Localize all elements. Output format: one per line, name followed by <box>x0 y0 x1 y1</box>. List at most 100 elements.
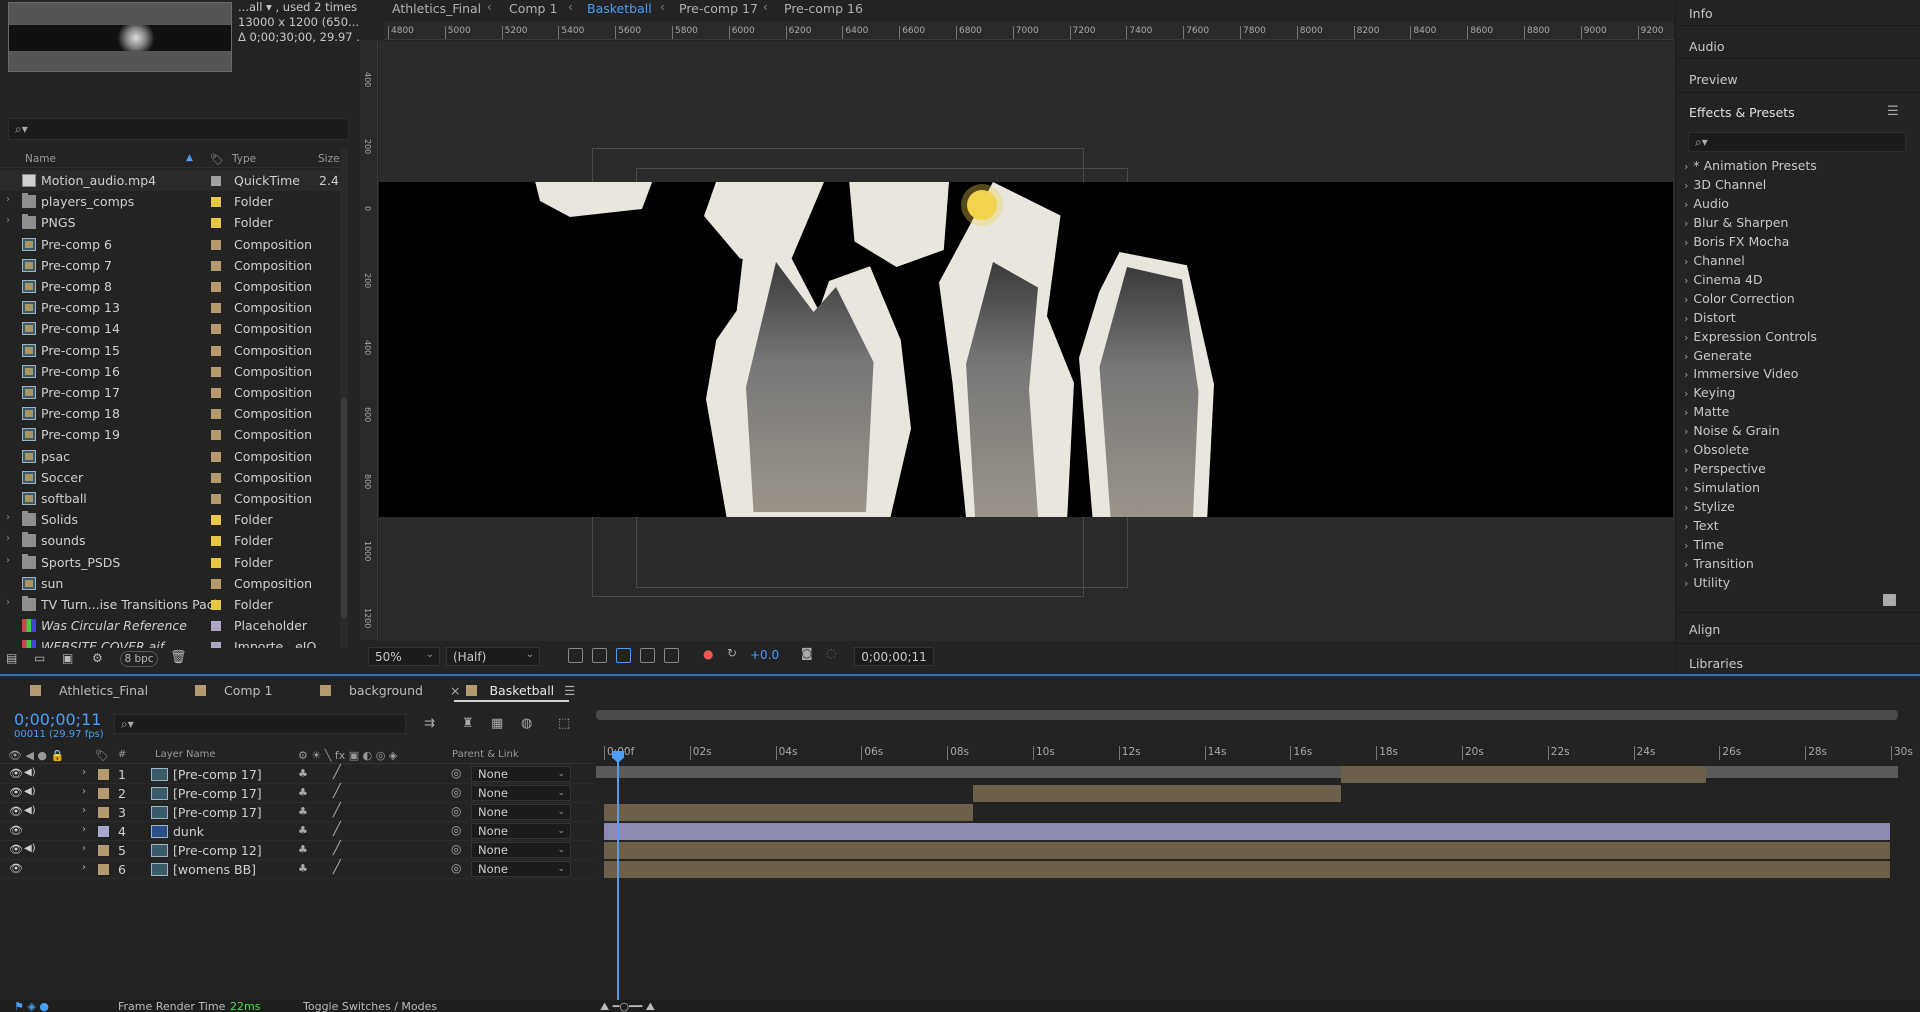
audio-panel-title[interactable]: Audio <box>1689 39 1725 54</box>
pickwhip-icon[interactable]: ◎ <box>451 842 461 856</box>
label-color-swatch[interactable] <box>211 303 221 314</box>
effect-category[interactable]: › Boris FX Mocha <box>1684 234 1789 249</box>
pickwhip-icon[interactable]: ◎ <box>451 823 461 837</box>
project-item[interactable]: Soccer Composition <box>0 467 345 488</box>
pickwhip-icon[interactable]: ◎ <box>451 804 461 818</box>
exposure-value[interactable]: +0.0 <box>750 648 779 662</box>
label-color-swatch[interactable] <box>211 324 221 335</box>
layer-row[interactable]: 👁 › 4 dunk ♣ ╱ ◎ None ⌄ <box>0 822 595 841</box>
effect-category[interactable]: › 3D Channel <box>1684 177 1766 192</box>
label-color-swatch[interactable] <box>98 864 109 875</box>
label-color-swatch[interactable] <box>211 282 221 292</box>
twirl-arrow-icon[interactable]: › <box>82 862 86 873</box>
render-icon[interactable]: ⚑ ◈ ● <box>14 1000 49 1012</box>
effect-category[interactable]: › Blur & Sharpen <box>1684 215 1788 230</box>
shy-switch-icon[interactable]: ♣ <box>298 767 308 780</box>
column-name[interactable]: Name <box>25 153 56 165</box>
libraries-panel-title[interactable]: Libraries <box>1689 656 1743 670</box>
shy-switch-icon[interactable]: ♣ <box>298 805 308 818</box>
new-comp-icon[interactable]: ▣ <box>62 651 73 665</box>
project-item[interactable]: › Sports_PSDS Folder <box>0 552 345 573</box>
quality-switch-icon[interactable]: ╱ <box>333 841 341 856</box>
effect-category[interactable]: › Cinema 4D <box>1684 272 1763 287</box>
quality-switch-icon[interactable]: ╱ <box>333 860 341 875</box>
project-search-input[interactable]: ⌕▾ <box>8 118 349 140</box>
current-time-display[interactable]: 0;00;00;11 <box>854 647 934 666</box>
time-ruler[interactable]: 0:00f02s04s06s08s10s12s14s16s18s20s22s24… <box>596 744 1913 762</box>
label-tag-icon[interactable]: 🏷 <box>210 153 224 166</box>
layer-search-input[interactable]: ⌕▾ <box>114 714 406 734</box>
project-item[interactable]: Motion_audio.mp4 QuickTime 2.4 <box>0 170 345 191</box>
reset-exposure-icon[interactable]: ↻ <box>727 646 737 660</box>
column-size[interactable]: Size <box>318 153 340 165</box>
project-item[interactable]: Pre-comp 7 Composition <box>0 255 345 276</box>
comp-mini-flowchart-icon[interactable]: ⇉ <box>424 716 435 731</box>
align-panel-title[interactable]: Align <box>1689 622 1720 637</box>
twirl-arrow-icon[interactable]: › <box>82 824 86 835</box>
timeline-tab-athletics-final[interactable]: Athletics_Final <box>30 683 148 698</box>
label-color-swatch[interactable] <box>211 239 221 250</box>
label-color-swatch[interactable] <box>211 578 221 589</box>
viewer-tab-basketball[interactable]: Basketball <box>587 1 652 16</box>
timeline-tab-comp-1[interactable]: Comp 1 <box>195 683 272 698</box>
eye-icon[interactable]: 👁 <box>9 862 23 875</box>
label-color-swatch[interactable] <box>211 388 221 398</box>
eye-icon[interactable]: 👁 <box>9 843 23 856</box>
quality-switch-icon[interactable]: ╱ <box>333 822 341 837</box>
effect-category[interactable]: › Transition <box>1684 556 1754 571</box>
timeline-graph-area[interactable]: 0:00f02s04s06s08s10s12s14s16s18s20s22s24… <box>596 704 1920 1012</box>
grid-guides-icon[interactable] <box>664 648 679 663</box>
effect-category[interactable]: › Perspective <box>1684 461 1766 476</box>
interpret-footage-icon[interactable]: ▤ <box>6 651 17 665</box>
label-color-swatch[interactable] <box>211 430 221 441</box>
layer-duration-bar[interactable] <box>604 842 1890 859</box>
project-item[interactable]: Pre-comp 18 Composition <box>0 403 345 424</box>
transparency-grid-icon[interactable] <box>592 648 607 663</box>
label-color-swatch[interactable] <box>211 472 221 483</box>
effect-category[interactable]: › Channel <box>1684 253 1745 268</box>
label-color-swatch[interactable] <box>98 807 109 818</box>
label-color-swatch[interactable] <box>211 197 221 208</box>
label-color-swatch[interactable] <box>211 621 221 632</box>
audio-icon[interactable]: ◀) <box>24 805 36 816</box>
project-settings-icon[interactable]: ⚙ <box>92 651 103 665</box>
color-channels-icon[interactable]: ● <box>703 647 713 661</box>
project-item[interactable]: softball Composition <box>0 488 345 509</box>
project-item[interactable]: Pre-comp 19 Composition <box>0 424 345 445</box>
project-item[interactable]: › Solids Folder <box>0 509 345 530</box>
label-color-swatch[interactable] <box>211 176 221 186</box>
project-item[interactable]: Pre-comp 17 Composition <box>0 382 345 403</box>
layer-row[interactable]: 👁 › 6 [womens BB] ♣ ╱ ◎ None ⌄ <box>0 860 595 879</box>
effect-category[interactable]: › Stylize <box>1684 499 1735 514</box>
bit-depth-button[interactable]: 8 bpc <box>120 651 158 667</box>
viewer-tab-athletics-final[interactable]: Athletics_Final <box>392 1 481 16</box>
label-color-swatch[interactable] <box>211 218 221 229</box>
layer-duration-bar[interactable] <box>1341 766 1706 783</box>
eye-icon[interactable]: 👁 <box>9 805 23 818</box>
layer-row[interactable]: 👁 ◀) › 5 [Pre-comp 12] ♣ ╱ ◎ None ⌄ <box>0 841 595 860</box>
project-item[interactable]: › sounds Folder <box>0 530 345 551</box>
shy-switch-icon[interactable]: ♣ <box>298 862 308 875</box>
timeline-current-time[interactable]: 0;00;00;11 <box>14 710 101 729</box>
layer-name[interactable]: [Pre-comp 17] <box>173 786 262 801</box>
label-color-swatch[interactable] <box>211 409 221 420</box>
show-snapshot-icon[interactable]: ◌ <box>826 646 836 660</box>
twirl-arrow-icon[interactable]: › <box>82 805 86 816</box>
viewer-tab-pre-comp-16[interactable]: Pre-comp 16 <box>784 1 863 16</box>
label-color-swatch[interactable] <box>211 451 221 462</box>
snapshot-icon[interactable]: ◙ <box>801 646 813 660</box>
effect-category[interactable]: › Generate <box>1684 348 1752 363</box>
label-color-swatch[interactable] <box>211 600 221 610</box>
label-color-swatch[interactable] <box>211 557 221 568</box>
viewer-tab-comp-1[interactable]: Comp 1 <box>509 1 557 16</box>
region-of-interest-icon[interactable] <box>640 648 655 663</box>
twirl-arrow-icon[interactable]: › <box>82 767 86 778</box>
label-color-swatch[interactable] <box>98 826 109 837</box>
layer-name[interactable]: [Pre-comp 17] <box>173 805 262 820</box>
column-type[interactable]: Type <box>232 153 256 165</box>
new-folder-icon[interactable]: ▭ <box>34 651 45 665</box>
viewer-canvas[interactable] <box>379 41 1675 641</box>
project-item[interactable]: psac Composition <box>0 446 345 467</box>
layer-row[interactable]: 👁 ◀) › 2 [Pre-comp 17] ♣ ╱ ◎ None ⌄ <box>0 784 595 803</box>
label-color-swatch[interactable] <box>211 345 221 356</box>
